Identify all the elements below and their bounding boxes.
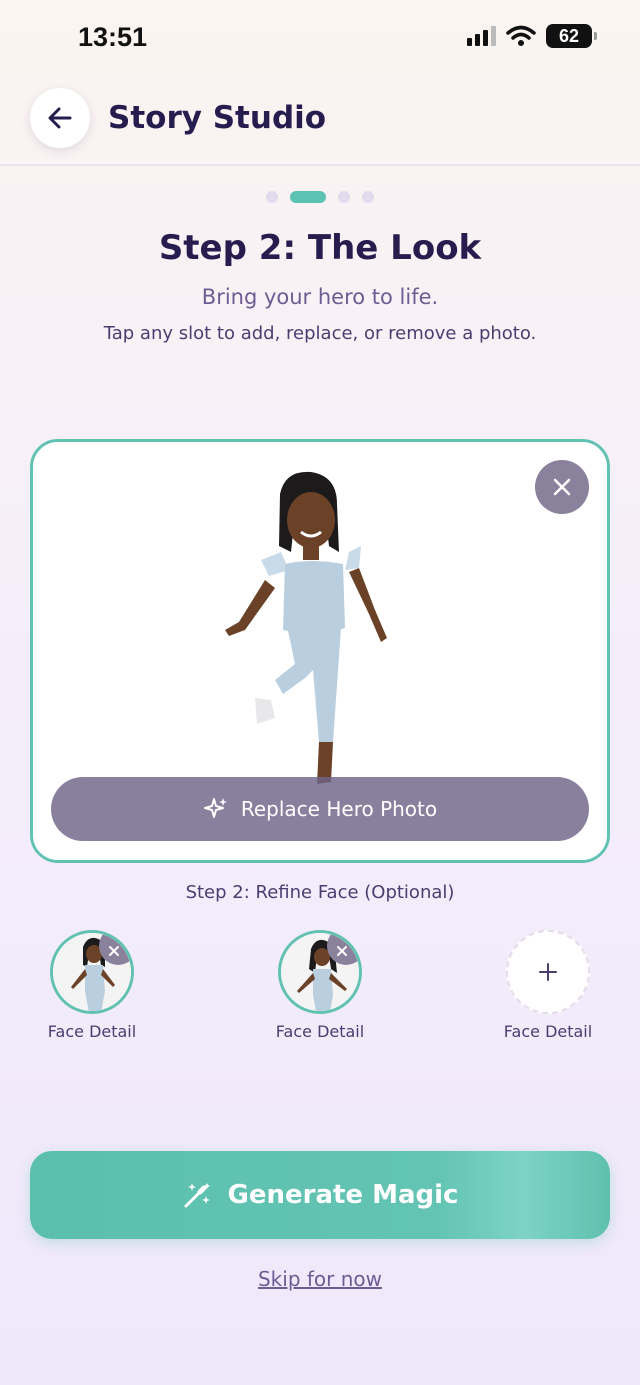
progress-dot-2-active: [290, 191, 326, 203]
face-detail-slot-1[interactable]: Face Detail: [32, 930, 152, 1041]
progress-dot-1: [266, 191, 278, 203]
step-title: Step 2: The Look: [158, 228, 482, 268]
close-icon: [553, 478, 571, 496]
face-detail-label: Face Detail: [275, 1022, 365, 1041]
back-button[interactable]: [30, 88, 90, 148]
step-hint: Tap any slot to add, replace, or remove …: [103, 323, 537, 344]
wifi-icon: [506, 25, 536, 46]
remove-face-detail-button[interactable]: [99, 933, 131, 965]
status-time: 13:51: [78, 22, 148, 52]
face-detail-label: Face Detail: [503, 1022, 593, 1041]
replace-hero-photo-button[interactable]: Replace Hero Photo: [51, 777, 589, 841]
close-icon: [337, 946, 347, 956]
status-bar: 13:51 62: [0, 0, 640, 80]
face-detail-photo: [278, 930, 362, 1014]
battery-icon: 62: [546, 24, 597, 48]
refine-face-label: Step 2: Refine Face (Optional): [185, 882, 455, 903]
skip-for-now-link[interactable]: Skip for now: [0, 1267, 640, 1291]
hero-photo-slot[interactable]: Replace Hero Photo: [30, 439, 610, 863]
step-subtitle: Bring your hero to life.: [201, 285, 439, 309]
app-header: Story Studio: [0, 80, 640, 166]
remove-face-detail-button[interactable]: [327, 933, 359, 965]
face-detail-label: Face Detail: [47, 1022, 137, 1041]
app-title: Story Studio: [108, 100, 327, 136]
progress-dot-4: [362, 191, 374, 203]
sparkle-icon: [203, 798, 227, 818]
progress-dot-3: [338, 191, 350, 203]
face-detail-slot-2[interactable]: Face Detail: [260, 930, 380, 1041]
replace-hero-photo-label: Replace Hero Photo: [240, 797, 438, 821]
arrow-left-icon: [48, 107, 72, 129]
face-detail-photo: [50, 930, 134, 1014]
step-progress-indicator: [0, 191, 640, 203]
add-face-detail-button[interactable]: [506, 930, 590, 1014]
cellular-signal-icon: [467, 26, 496, 46]
remove-hero-photo-button[interactable]: [535, 460, 589, 514]
magic-wand-icon: [184, 1183, 210, 1208]
generate-magic-label: Generate Magic: [227, 1180, 459, 1210]
battery-level: 62: [558, 25, 580, 46]
plus-icon: [539, 963, 557, 981]
face-detail-slot-3[interactable]: Face Detail: [488, 930, 608, 1041]
generate-magic-button[interactable]: Generate Magic: [30, 1151, 610, 1239]
status-icons: 62: [467, 24, 597, 48]
close-icon: [109, 946, 119, 956]
